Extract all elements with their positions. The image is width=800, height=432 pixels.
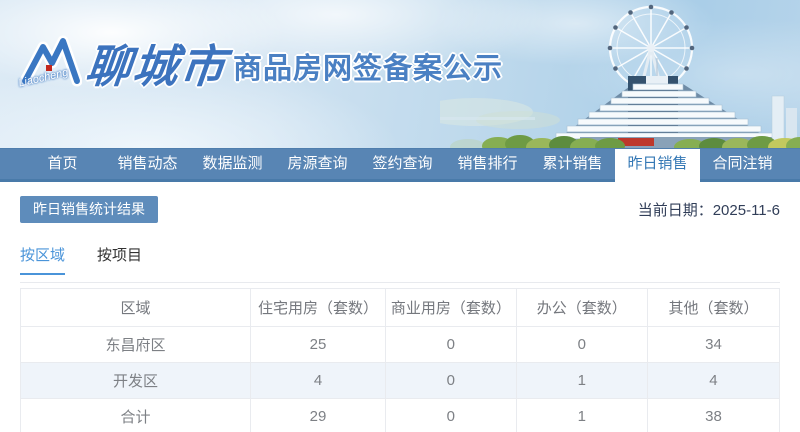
main-content: 昨日销售统计结果 当前日期：2025-11-6 按区域 按项目 区域 住宅用房（… <box>0 196 800 432</box>
nav-item-listing-query[interactable]: 房源查询 <box>275 149 360 179</box>
sales-by-region-table: 区域 住宅用房（套数） 商业用房（套数） 办公（套数） 其他（套数） 东昌府区 … <box>20 288 781 432</box>
cell-value: 29 <box>249 398 387 432</box>
brand: Liaocheng 聊城市 商品房网签备案公示 <box>17 34 504 94</box>
current-date-label: 当前日期： <box>637 202 713 219</box>
current-date: 当前日期：2025-11-6 <box>638 199 780 220</box>
site-header: Liaocheng 聊城市 商品房网签备案公示 <box>0 0 800 148</box>
cell-region: 开发区 <box>20 362 251 399</box>
cell-value: 4 <box>249 362 387 399</box>
tab-by-project[interactable]: 按项目 <box>97 244 142 275</box>
cell-value: 34 <box>646 326 781 363</box>
col-header-other: 其他（套数） <box>646 288 781 327</box>
cell-value: 0 <box>385 326 517 363</box>
cell-value: 0 <box>385 362 517 399</box>
nav-item-sales-ranking[interactable]: 销售排行 <box>445 149 530 179</box>
cell-value: 0 <box>515 326 648 363</box>
page: Liaocheng 聊城市 商品房网签备案公示 首页 销售动态 数据监测 房源查… <box>0 0 800 432</box>
toolbar: 昨日销售统计结果 当前日期：2025-11-6 <box>20 196 780 223</box>
table-header-row: 区域 住宅用房（套数） 商业用房（套数） 办公（套数） 其他（套数） <box>20 288 781 327</box>
cell-value: 25 <box>249 326 387 363</box>
terraced-building-icon <box>544 58 797 148</box>
tab-by-region[interactable]: 按区域 <box>20 244 66 275</box>
table-row: 东昌府区 25 0 0 34 <box>20 326 781 363</box>
site-title: 商品房网签备案公示 <box>233 53 504 85</box>
nav-item-contract-query[interactable]: 签约查询 <box>360 149 445 179</box>
view-tabs: 按区域 按项目 <box>20 244 780 275</box>
cell-region: 合计 <box>20 398 251 432</box>
main-nav: 首页 销售动态 数据监测 房源查询 签约查询 销售排行 累计销售 昨日销售 合同… <box>0 148 800 182</box>
cell-value: 0 <box>385 398 517 432</box>
table-row: 开发区 4 0 1 4 <box>20 362 781 399</box>
cell-region: 东昌府区 <box>20 326 251 363</box>
col-header-office: 办公（套数） <box>515 288 648 327</box>
col-header-commercial: 商业用房（套数） <box>385 288 517 327</box>
nav-item-home[interactable]: 首页 <box>20 149 105 179</box>
cell-value: 1 <box>515 362 648 399</box>
city-name: 聊城市 <box>83 40 230 93</box>
col-header-region: 区域 <box>20 288 251 327</box>
current-date-value: 2025-11-6 <box>712 202 780 219</box>
cell-value: 38 <box>646 398 781 432</box>
nav-item-data-monitor[interactable]: 数据监测 <box>190 149 275 179</box>
nav-item-contract-cancel[interactable]: 合同注销 <box>700 149 785 179</box>
nav-item-yesterday-sales[interactable]: 昨日销售 <box>615 149 700 182</box>
nav-item-total-sales[interactable]: 累计销售 <box>530 149 615 179</box>
col-header-residential: 住宅用房（套数） <box>249 288 387 327</box>
yesterday-sales-stats-button[interactable]: 昨日销售统计结果 <box>20 196 158 223</box>
cell-value: 4 <box>646 362 781 399</box>
cell-value: 1 <box>515 398 648 432</box>
tabs-divider <box>20 282 780 283</box>
liaocheng-logo: Liaocheng <box>17 34 83 94</box>
table-row-total: 合计 29 0 1 38 <box>20 398 781 432</box>
nav-item-sales-dynamics[interactable]: 销售动态 <box>105 149 190 179</box>
